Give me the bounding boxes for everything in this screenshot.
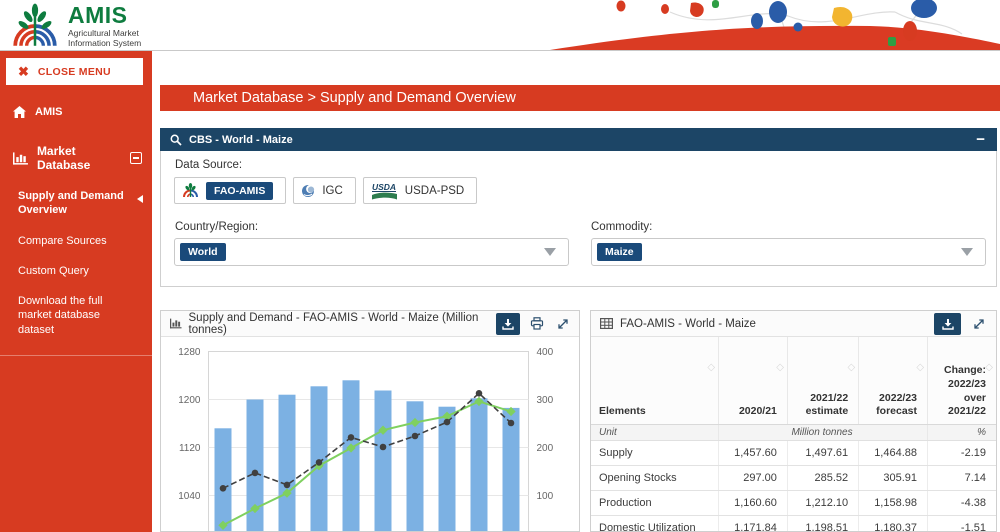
decorative-banner [440, 0, 1000, 50]
collapse-section-icon[interactable] [130, 152, 142, 164]
collapse-panel-button[interactable]: − [976, 132, 985, 147]
home-icon [13, 106, 26, 118]
sort-icon: ◇ [776, 361, 784, 374]
table-row[interactable]: Supply 1,457.60 1,497.61 1,464.88 -2.19 [591, 440, 996, 465]
bar [375, 391, 392, 532]
commodity-selected-tag: Maize [597, 243, 642, 261]
fao-amis-selected-badge: FAO-AMIS [206, 182, 273, 200]
table-expand-button[interactable] [968, 313, 990, 335]
column-header-elements[interactable]: ◇ Elements [591, 337, 719, 424]
sort-icon: ◇ [707, 361, 715, 374]
sort-icon: ◇ [847, 361, 855, 374]
bar-chart-icon [13, 152, 28, 165]
sidebar-item-supply-and-demand-overview[interactable]: Supply and Demand Overview [0, 181, 152, 226]
chart-print-button[interactable] [527, 313, 546, 335]
commodity-select[interactable]: Maize [591, 238, 986, 266]
chevron-down-icon [961, 248, 973, 256]
svg-text:1280: 1280 [178, 347, 201, 358]
svg-text:1040: 1040 [178, 491, 201, 502]
svg-text:400: 400 [537, 347, 554, 358]
source-button-fao-amis[interactable]: FAO-AMIS [174, 177, 286, 204]
bar-chart-icon [170, 318, 182, 329]
expand-icon [557, 318, 569, 330]
table-panel: FAO-AMIS - World - Maize [590, 310, 997, 532]
supply-demand-table: ◇ Elements ◇ 2020/21 ◇ 2021/22 estimate … [591, 337, 996, 532]
bar [343, 380, 360, 531]
bar [311, 386, 328, 531]
sidebar-item-amis[interactable]: AMIS [0, 97, 152, 127]
sidebar-divider [0, 355, 152, 356]
svg-text:USDA: USDA [372, 182, 396, 192]
sidebar: ✖ CLOSE MENU AMIS Market Database Supply… [0, 51, 152, 532]
table-download-button[interactable] [934, 313, 961, 335]
table-row[interactable]: Opening Stocks 297.00 285.52 305.91 7.14 [591, 465, 996, 490]
printer-icon [530, 317, 544, 330]
svg-text:200: 200 [537, 443, 554, 454]
column-header-2022-23[interactable]: ◇ 2022/23 forecast [859, 337, 928, 424]
fao-amis-logo-icon [182, 183, 199, 198]
search-icon [170, 134, 182, 146]
chart-panel: Supply and Demand - FAO-AMIS - World - M… [160, 310, 580, 532]
svg-text:100: 100 [537, 491, 554, 502]
usda-logo-icon: USDA [371, 182, 398, 200]
sort-icon: ◇ [916, 361, 924, 374]
table-row[interactable]: Domestic Utilization 1,171.84 1,198.51 1… [591, 515, 996, 532]
download-icon [942, 318, 954, 330]
top-header: AMIS Agricultural Market Information Sys… [0, 0, 1000, 51]
svg-text:1200: 1200 [178, 395, 201, 406]
igc-logo-icon [301, 184, 315, 198]
country-selected-tag: World [180, 243, 226, 261]
bar [471, 398, 488, 531]
sidebar-item-custom-query[interactable]: Custom Query [0, 256, 152, 286]
chevron-down-icon [544, 248, 556, 256]
column-header-2020-21[interactable]: ◇ 2020/21 [719, 337, 788, 424]
bar [215, 428, 232, 531]
column-header-change[interactable]: ◇ Change: 2022/23 over 2021/22 [928, 337, 996, 424]
expand-icon [973, 318, 985, 330]
table-icon [600, 318, 613, 329]
country-region-label: Country/Region: [175, 221, 258, 233]
sidebar-item-market-database[interactable]: Market Database [0, 135, 152, 181]
filter-panel-header: CBS - World - Maize − [160, 128, 997, 151]
filter-panel: CBS - World - Maize − Data Source: [160, 128, 997, 287]
table-title: FAO-AMIS - World - Maize [620, 318, 756, 330]
sidebar-item-download-dataset[interactable]: Download the full market database datase… [0, 286, 150, 345]
country-region-select[interactable]: World [174, 238, 569, 266]
data-source-label: Data Source: [175, 159, 242, 171]
breadcrumb: Market Database > Supply and Demand Over… [160, 85, 1000, 111]
active-item-caret-icon [137, 195, 143, 203]
chart-panel-header: Supply and Demand - FAO-AMIS - World - M… [161, 311, 579, 337]
close-icon: ✖ [18, 65, 29, 78]
logo-title: AMIS [68, 4, 141, 27]
bar [279, 395, 296, 531]
source-button-igc[interactable]: IGC [293, 177, 355, 204]
amis-logo[interactable]: AMIS Agricultural Market Information Sys… [10, 3, 141, 49]
chart-expand-button[interactable] [554, 313, 573, 335]
table-panel-header: FAO-AMIS - World - Maize [591, 311, 996, 337]
close-menu-button[interactable]: ✖ CLOSE MENU [6, 58, 143, 85]
supply-demand-chart: 1280 1200 1120 1040 400 300 200 100 [161, 337, 579, 531]
table-row[interactable]: Production 1,160.60 1,212.10 1,158.98 -4… [591, 490, 996, 515]
logo-subtitle: Agricultural Market Information System [68, 29, 141, 49]
sidebar-item-compare-sources[interactable]: Compare Sources [0, 226, 152, 256]
main-content: Market Database > Supply and Demand Over… [152, 51, 1000, 532]
chart-title: Supply and Demand - FAO-AMIS - World - M… [189, 312, 483, 336]
bar [503, 408, 520, 531]
commodity-label: Commodity: [591, 221, 652, 233]
column-header-2021-22[interactable]: ◇ 2021/22 estimate [787, 337, 858, 424]
source-button-usda-psd[interactable]: USDA USDA-PSD [363, 177, 477, 204]
svg-text:1120: 1120 [179, 443, 201, 454]
sort-icon: ◇ [985, 361, 993, 374]
download-icon [502, 318, 514, 330]
filter-panel-title: CBS - World - Maize [189, 134, 293, 146]
unit-row: Unit Million tonnes % [591, 424, 996, 440]
chart-download-button[interactable] [496, 313, 520, 335]
amis-logo-icon [10, 3, 60, 49]
svg-text:300: 300 [537, 395, 554, 406]
